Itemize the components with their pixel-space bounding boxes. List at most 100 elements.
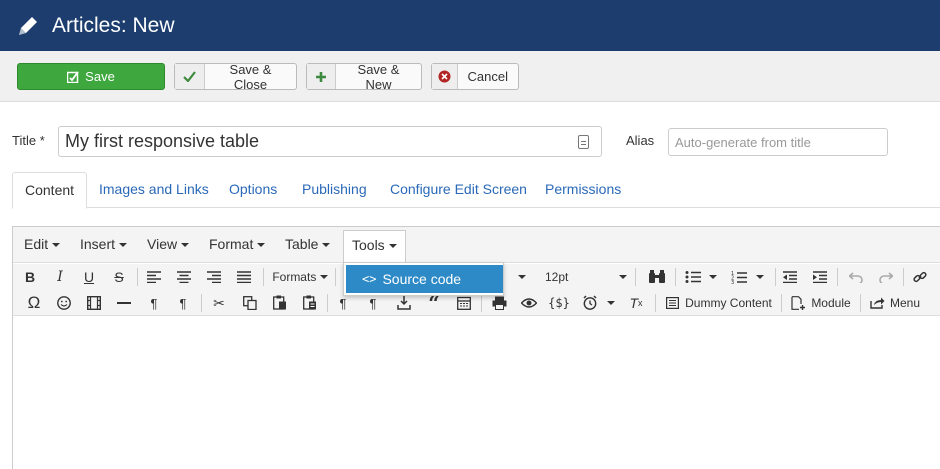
bold-icon[interactable]: B [21, 264, 39, 290]
module-button[interactable]: Module [789, 290, 853, 316]
tab-publishing[interactable]: Publishing [290, 172, 379, 208]
save-icon [67, 70, 79, 83]
share-arrow-icon [870, 297, 885, 309]
font-family-caret[interactable] [516, 264, 528, 290]
dummy-content-button[interactable]: Dummy Content [663, 290, 775, 316]
alarm-clock-icon[interactable] [583, 295, 597, 310]
save-close-button[interactable]: Save & Close [174, 61, 297, 92]
numbered-list-caret[interactable] [754, 264, 766, 290]
caret-down-icon [709, 275, 717, 279]
tab-images-and-links[interactable]: Images and Links [87, 172, 221, 208]
alias-label: Alias [626, 133, 655, 148]
menu-insert[interactable]: Insert [80, 236, 128, 252]
redo-icon[interactable] [879, 271, 893, 283]
source-code-menu-item[interactable]: <> Source code [346, 265, 503, 293]
formats-dropdown[interactable]: Formats [271, 264, 329, 290]
special-character-icon[interactable]: Ω [25, 290, 43, 316]
toolbar-separator [201, 294, 202, 312]
page-title: Articles: New [52, 13, 175, 37]
cancel-icon [432, 64, 458, 89]
align-right-icon[interactable] [207, 271, 221, 283]
paste-as-text-icon[interactable] [303, 295, 317, 310]
numbered-list-icon[interactable]: 123 [731, 270, 747, 284]
align-left-icon[interactable] [147, 271, 161, 283]
dummy-content-label: Dummy Content [685, 296, 772, 310]
undo-icon[interactable] [849, 271, 863, 283]
alias-input[interactable] [668, 128, 888, 156]
toolbar-separator [903, 268, 904, 286]
menu-table[interactable]: Table [285, 236, 331, 252]
menu-table-label: Table [285, 236, 319, 252]
strikethrough-icon[interactable]: S [110, 264, 128, 290]
editor-content-area[interactable] [13, 317, 940, 469]
clear-formatting-icon[interactable]: Tx [627, 290, 645, 316]
underline-icon[interactable]: U [80, 264, 98, 290]
cut-icon[interactable]: ✂ [211, 290, 227, 316]
toolbar-separator [635, 268, 636, 286]
title-input[interactable]: My first responsive table [58, 126, 602, 157]
save-label: Save [85, 69, 115, 84]
align-center-icon[interactable] [177, 271, 191, 283]
horizontal-rule-icon[interactable] [117, 302, 131, 304]
print-icon[interactable] [492, 296, 507, 310]
font-size-value: 12pt [545, 270, 569, 284]
pencil-icon [19, 16, 37, 35]
save-close-label: Save & Close [229, 61, 272, 92]
copy-icon[interactable] [243, 296, 257, 310]
alarm-clock-caret[interactable] [605, 290, 617, 316]
menu-edit-label: Edit [24, 236, 49, 252]
insert-download-icon[interactable] [397, 296, 411, 310]
tab-permissions[interactable]: Permissions [533, 172, 633, 208]
caret-down-icon [322, 243, 331, 248]
paragraph-ltr-icon[interactable]: ¶ [145, 290, 163, 316]
add-module-icon [791, 296, 806, 310]
paragraph-rtl-icon[interactable]: ¶ [173, 290, 193, 316]
caret-down-icon [388, 244, 397, 249]
svg-text:3: 3 [731, 280, 734, 284]
menu-format-label: Format [209, 236, 254, 252]
font-size-dropdown[interactable]: 12pt [543, 264, 629, 290]
caret-down-icon [257, 243, 266, 248]
bullet-list-icon[interactable] [685, 271, 701, 283]
tab-configure-edit-screen[interactable]: Configure Edit Screen [378, 172, 539, 208]
menu-tools[interactable]: Tools [343, 230, 406, 263]
toolbar-separator [655, 294, 656, 312]
editor-menubar: Edit Insert View Format Table Tools [13, 227, 940, 263]
code-brackets-icon: <> [362, 272, 377, 286]
calendar-icon[interactable] [457, 296, 471, 310]
italic-icon[interactable]: I [51, 264, 69, 290]
bullet-list-caret[interactable] [707, 264, 719, 290]
title-label: Title * [12, 133, 45, 148]
tab-options[interactable]: Options [217, 172, 289, 208]
menu-edit[interactable]: Edit [24, 236, 61, 252]
caret-down-icon [52, 243, 61, 248]
save-button[interactable]: Save [17, 63, 165, 90]
emoticon-icon[interactable] [57, 296, 71, 310]
align-justify-icon[interactable] [237, 271, 251, 283]
cancel-button[interactable]: Cancel [431, 63, 519, 90]
toolbar-separator [327, 294, 328, 312]
menu-view-label: View [147, 236, 178, 252]
menu-view[interactable]: View [147, 236, 190, 252]
page-header: Articles: New [0, 0, 940, 51]
document-icon[interactable] [578, 135, 589, 149]
media-icon[interactable] [87, 296, 101, 310]
tab-content[interactable]: Content [12, 172, 88, 209]
preview-eye-icon[interactable] [521, 297, 537, 309]
save-new-button[interactable]: Save & New [306, 62, 422, 92]
menu-format[interactable]: Format [209, 236, 266, 252]
indent-icon[interactable] [813, 271, 827, 283]
toolbar-separator [781, 294, 782, 312]
document-lines-icon [666, 297, 680, 309]
menu-button[interactable]: Menu [867, 290, 923, 316]
find-replace-icon[interactable] [649, 270, 665, 284]
link-icon[interactable] [913, 270, 927, 284]
caret-down-icon [518, 275, 526, 279]
checkmark-icon [175, 64, 205, 89]
template-variable-icon[interactable]: {$} [548, 290, 570, 316]
outdent-icon[interactable] [783, 271, 797, 283]
toolbar-separator [837, 268, 838, 286]
paste-icon[interactable] [273, 295, 287, 310]
toolbar-separator [675, 268, 676, 286]
tab-bar: Content Images and Links Options Publish… [12, 172, 940, 209]
